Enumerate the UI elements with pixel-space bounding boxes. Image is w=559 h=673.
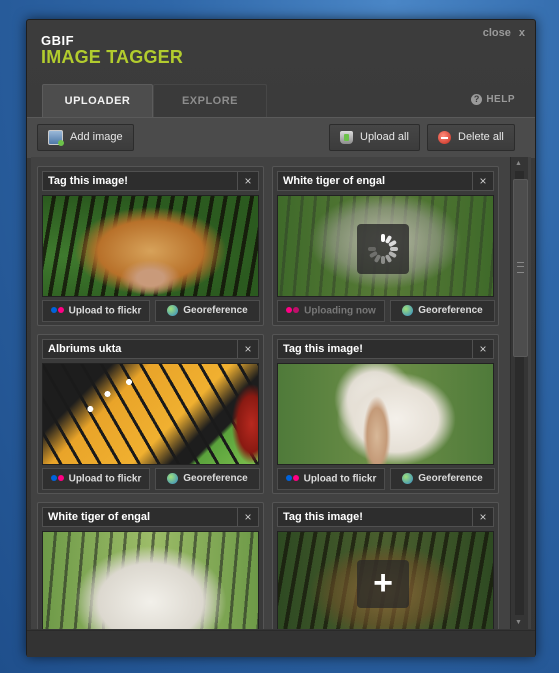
georeference-button[interactable]: Georeference [155, 300, 260, 322]
globe-icon [402, 304, 414, 316]
white-tiger-image [277, 195, 494, 297]
flickr-icon [50, 469, 64, 489]
flickr-icon [50, 301, 64, 321]
globe-icon [402, 472, 414, 484]
add-image-icon [48, 129, 64, 146]
brand-image-tagger: IMAGE TAGGER [41, 47, 184, 67]
georeference-label: Georeference [418, 473, 483, 484]
upload-label: Upload to flickr [303, 473, 377, 485]
georeference-label: Georeference [418, 305, 483, 316]
add-image-plus-icon[interactable]: + [357, 560, 409, 608]
pelican-image [277, 363, 494, 465]
image-card: Albriums ukta × Upload to flickr Georefe… [37, 334, 264, 494]
image-tagger-window: GBIF IMAGE TAGGER close x UPLOADER EXPLOR… [26, 19, 536, 657]
tab-explore[interactable]: EXPLORE [153, 84, 267, 118]
image-list-panel: Tag this image! × Upload to flickr Geore… [31, 157, 531, 629]
scroll-up-icon[interactable]: ▲ [515, 160, 522, 167]
card-close-icon[interactable]: × [237, 507, 259, 527]
image-card: Tag this image! × + [272, 502, 499, 629]
white-tiger-image [42, 531, 259, 629]
card-title[interactable]: Tag this image! [277, 339, 477, 359]
uploading-now-button: Uploading now [277, 300, 385, 322]
scroll-down-icon[interactable]: ▼ [515, 619, 522, 626]
georeference-button[interactable]: Georeference [390, 468, 495, 490]
image-card: Tag this image! × Upload to flickr Geore… [272, 334, 499, 494]
add-image-label: Add image [70, 131, 123, 143]
upload-all-button[interactable]: Upload all [329, 124, 420, 151]
upload-all-icon [340, 130, 353, 144]
card-title[interactable]: White tiger of engal [277, 171, 477, 191]
tiger-image: + [277, 531, 494, 629]
add-image-button[interactable]: Add image [37, 124, 134, 151]
georeference-button[interactable]: Georeference [390, 300, 495, 322]
upload-to-flickr-button[interactable]: Upload to flickr [42, 300, 150, 322]
help-label: HELP [486, 94, 515, 106]
grip-icon [517, 262, 524, 273]
tab-uploader[interactable]: UPLOADER [42, 84, 153, 118]
close-label: close [482, 27, 511, 39]
georeference-label: Georeference [183, 473, 248, 484]
help-icon: ? [471, 94, 483, 105]
close-button[interactable]: close x [483, 27, 525, 39]
card-close-icon[interactable]: × [472, 171, 494, 191]
close-icon: x [518, 27, 525, 39]
globe-icon [167, 472, 179, 484]
upload-to-flickr-button[interactable]: Upload to flickr [277, 468, 385, 490]
card-close-icon[interactable]: × [472, 507, 494, 527]
uploading-spinner [357, 224, 409, 274]
card-close-icon[interactable]: × [472, 339, 494, 359]
image-card: White tiger of engal × [272, 166, 499, 326]
flickr-icon [285, 469, 299, 489]
tiger-image [42, 195, 259, 297]
card-title[interactable]: Tag this image! [42, 171, 242, 191]
card-title[interactable]: Tag this image! [277, 507, 477, 527]
upload-label: Uploading now [304, 305, 376, 317]
card-title[interactable]: Albriums ukta [42, 339, 242, 359]
georeference-label: Georeference [183, 305, 248, 316]
help-button[interactable]: ? HELP [471, 94, 515, 105]
status-bar [27, 630, 535, 657]
image-card: White tiger of engal × [37, 502, 264, 629]
delete-all-icon [438, 130, 451, 144]
globe-icon [167, 304, 179, 316]
upload-label: Upload to flickr [68, 473, 142, 485]
brand-gbif: GBIF [41, 33, 75, 48]
card-close-icon[interactable]: × [237, 171, 259, 191]
flickr-icon [286, 301, 300, 321]
scroll-thumb[interactable] [513, 179, 528, 357]
butterfly-image [42, 363, 259, 465]
image-card: Tag this image! × Upload to flickr Geore… [37, 166, 264, 326]
georeference-button[interactable]: Georeference [155, 468, 260, 490]
scrollbar[interactable]: ▲ ▼ [510, 157, 528, 629]
delete-all-button[interactable]: Delete all [427, 124, 515, 151]
card-title[interactable]: White tiger of engal [42, 507, 242, 527]
delete-all-label: Delete all [458, 131, 504, 143]
upload-to-flickr-button[interactable]: Upload to flickr [42, 468, 150, 490]
upload-all-label: Upload all [360, 131, 409, 143]
upload-label: Upload to flickr [68, 305, 142, 317]
card-close-icon[interactable]: × [237, 339, 259, 359]
toolbar: Add image Upload all Delete all [27, 117, 535, 158]
